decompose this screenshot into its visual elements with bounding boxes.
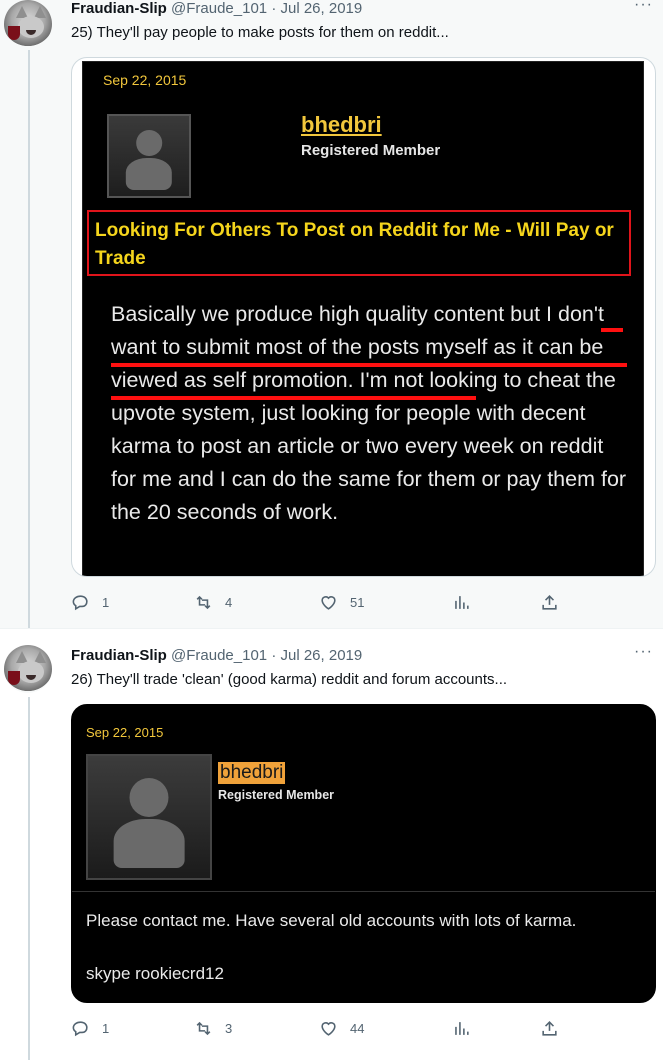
reply-count: 1: [102, 1021, 110, 1036]
retweet-count: 4: [225, 595, 233, 610]
retweet-icon: [196, 1021, 211, 1036]
like-icon: [321, 596, 336, 610]
views-button[interactable]: [452, 593, 483, 612]
views-icon: [455, 1022, 469, 1035]
tweet-2[interactable]: Fraudian-Slip @Fraude_101 · Jul 26, 2019…: [0, 628, 663, 1060]
tweet-header: Fraudian-Slip @Fraude_101 · Jul 26, 2019: [71, 0, 362, 17]
share-icon: [542, 595, 557, 610]
like-button[interactable]: 51: [319, 593, 364, 612]
tweet-header: Fraudian-Slip @Fraude_101 · Jul 26, 2019: [71, 647, 362, 664]
forum-message-line: skype rookiecrd12: [86, 964, 224, 983]
author-handle[interactable]: @Fraude_101: [171, 0, 267, 17]
tweet-actions: 1 3 44: [71, 1019, 591, 1041]
forum-avatar: [86, 754, 212, 880]
more-icon[interactable]: ···: [634, 0, 653, 14]
retweet-icon: [196, 595, 211, 610]
person-icon: [109, 116, 189, 196]
avatar[interactable]: [4, 0, 52, 48]
forum-post-date: Sep 22, 2015: [86, 725, 164, 740]
reply-button[interactable]: 1: [71, 1019, 109, 1038]
forum-user-role: Registered Member: [301, 142, 441, 159]
reply-icon: [72, 1021, 88, 1037]
retweet-count: 3: [225, 1021, 233, 1036]
forum-post-body: Basically we produce high quality conten…: [111, 302, 627, 524]
views-icon: [455, 596, 469, 609]
person-icon: [88, 756, 210, 878]
tweet-text: 26) They'll trade 'clean' (good karma) r…: [71, 671, 508, 688]
reply-icon: [72, 595, 88, 611]
like-button[interactable]: 44: [319, 1019, 364, 1038]
more-icon[interactable]: ···: [634, 643, 653, 661]
like-count: 44: [350, 1021, 365, 1036]
like-count: 51: [350, 595, 365, 610]
forum-user-role: Registered Member: [218, 788, 335, 802]
highlight-underline: [111, 396, 476, 400]
share-button[interactable]: [540, 1019, 571, 1038]
divider: [72, 891, 655, 892]
thread-line: [28, 697, 30, 1060]
highlight-underline: [111, 363, 627, 367]
share-icon: [542, 1021, 557, 1036]
tweet-media[interactable]: Sep 22, 2015 bhedbri Registered Member P…: [71, 704, 656, 1003]
author-handle[interactable]: @Fraude_101: [171, 647, 267, 664]
tweet-media[interactable]: Sep 22, 2015 bhedbri Registered Member L…: [71, 57, 656, 577]
forum-username: bhedbri: [218, 762, 286, 784]
tweet-1[interactable]: Fraudian-Slip @Fraude_101 · Jul 26, 2019…: [0, 0, 663, 628]
reply-button[interactable]: 1: [71, 593, 109, 612]
author-name[interactable]: Fraudian-Slip: [71, 647, 167, 664]
tweet-actions: 1 4 51: [71, 593, 591, 615]
forum-post-title: Looking For Others To Post on Reddit for…: [87, 210, 631, 276]
tweet-text: 25) They'll pay people to make posts for…: [71, 24, 449, 41]
tweet-date[interactable]: Jul 26, 2019: [280, 0, 362, 17]
forum-screenshot: Sep 22, 2015 bhedbri Registered Member L…: [82, 61, 644, 576]
share-button[interactable]: [540, 593, 571, 612]
forum-avatar: [107, 114, 191, 198]
separator: ·: [271, 647, 277, 664]
tweet-date[interactable]: Jul 26, 2019: [280, 647, 362, 664]
forum-username: bhedbri: [301, 112, 382, 137]
separator: ·: [271, 0, 277, 17]
retweet-button[interactable]: 3: [194, 1019, 232, 1038]
like-icon: [321, 1022, 336, 1036]
views-button[interactable]: [452, 1019, 483, 1038]
thread-line: [28, 50, 30, 628]
retweet-button[interactable]: 4: [194, 593, 232, 612]
forum-post-date: Sep 22, 2015: [103, 72, 187, 88]
highlight-underline: [601, 328, 623, 332]
forum-message-line: Please contact me. Have several old acco…: [86, 911, 577, 930]
reply-count: 1: [102, 595, 110, 610]
avatar[interactable]: [4, 645, 52, 693]
author-name[interactable]: Fraudian-Slip: [71, 0, 167, 17]
